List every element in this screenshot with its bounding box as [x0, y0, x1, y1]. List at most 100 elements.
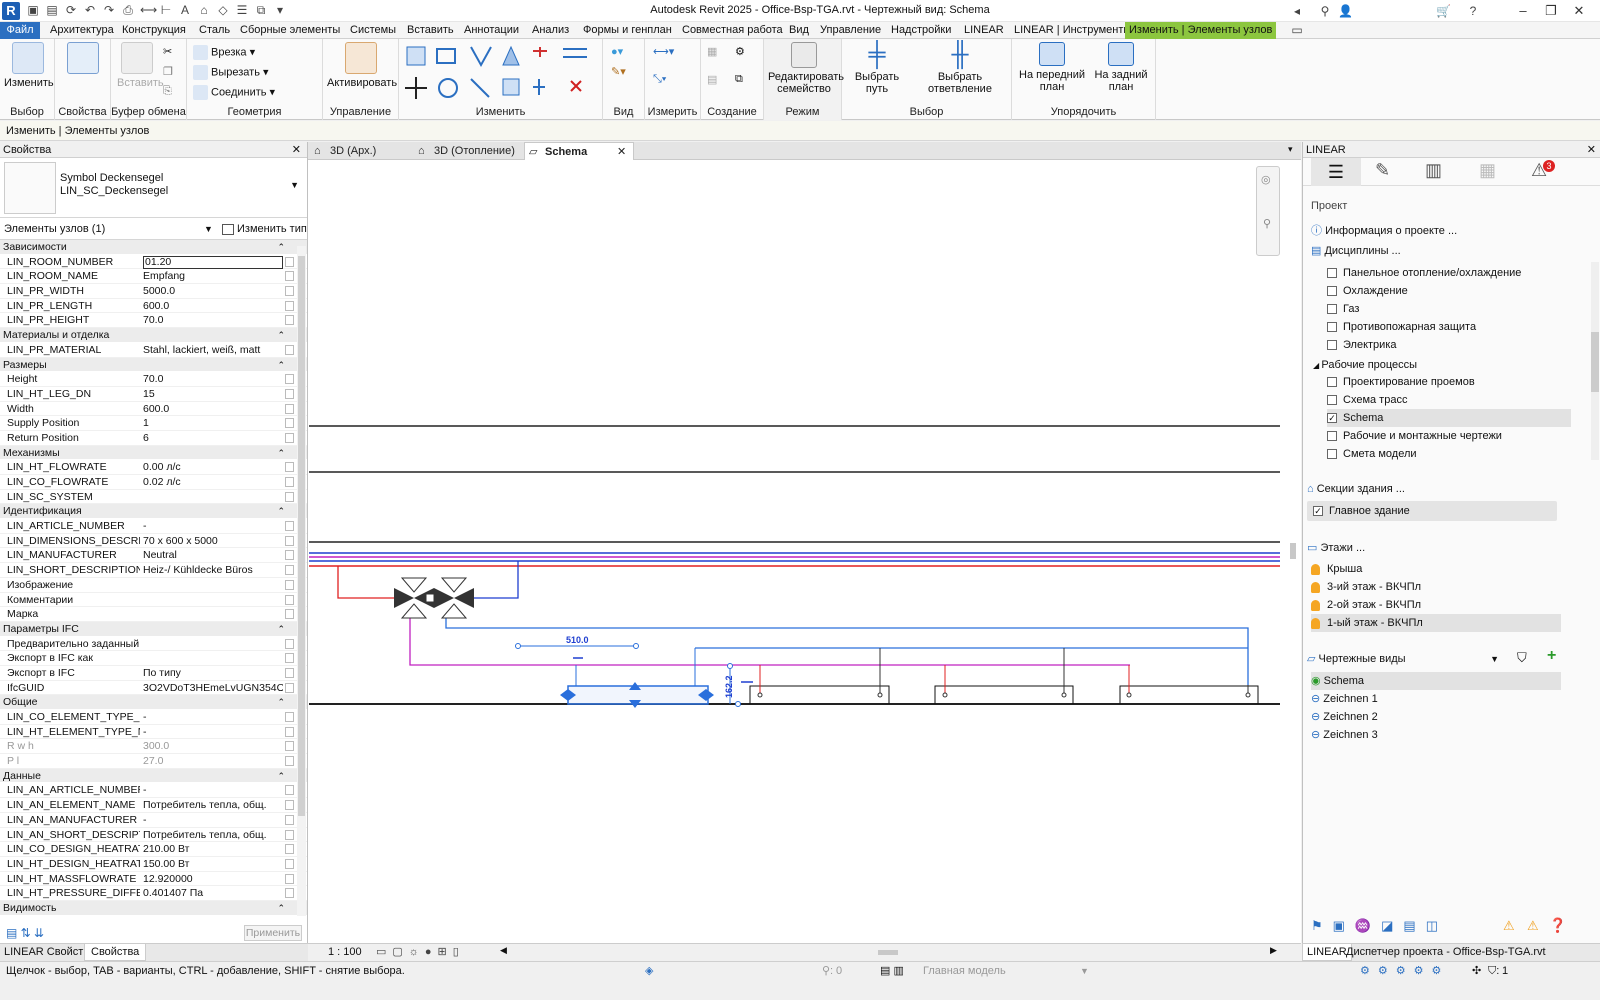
tab-3d-arch[interactable]: ⌂ 3D (Арх.) — [310, 142, 412, 160]
modify-button[interactable]: Изменить — [4, 42, 54, 89]
open-icon[interactable]: ▣ — [26, 3, 40, 17]
property-group[interactable]: Видимость ⌃ — [0, 900, 307, 916]
parameter-checkbox[interactable] — [285, 579, 294, 590]
property-value[interactable]: 15 — [143, 387, 283, 402]
undo-icon[interactable]: ↶ — [83, 3, 97, 17]
property-value[interactable]: 01.20 — [143, 255, 283, 269]
switch-windows-icon[interactable]: ⧉ — [254, 3, 268, 17]
parameter-checkbox[interactable] — [285, 653, 294, 664]
tab-properties[interactable]: Свойства — [84, 944, 147, 961]
parameter-checkbox[interactable] — [285, 286, 294, 297]
tab-precast[interactable]: Сборные элементы — [236, 22, 344, 39]
floor-item[interactable]: Крыша — [1311, 560, 1362, 578]
save-icon[interactable]: ▤ — [45, 3, 59, 17]
collapse-icon[interactable]: ⌃ — [277, 240, 285, 255]
parameter-checkbox[interactable] — [285, 858, 294, 869]
property-value[interactable]: Stahl, lackiert, weiß, matt — [143, 343, 283, 358]
canvas-scroll-marker[interactable] — [1290, 543, 1296, 559]
text-icon[interactable]: A — [178, 3, 192, 17]
create-similar-icon[interactable]: ⧉ — [735, 73, 743, 86]
drawing-view-item[interactable]: ⊖ Zeichnen 3 — [1311, 726, 1378, 744]
activate-button[interactable]: Активировать — [327, 42, 397, 89]
tab-linear[interactable]: LINEAR — [960, 22, 1008, 39]
chevron-down-icon[interactable]: ▼ — [204, 218, 213, 240]
linear-bottom-tools[interactable]: ⚑▣♒◪▤◫ — [1311, 918, 1551, 936]
tab-list-icon[interactable]: ▾ — [1288, 144, 1293, 155]
parameter-checkbox[interactable] — [285, 535, 294, 546]
close-icon[interactable]: ✕ — [1587, 142, 1596, 158]
parameter-checkbox[interactable] — [285, 403, 294, 414]
parameter-checkbox[interactable] — [285, 844, 294, 855]
tab-linear-tools[interactable]: LINEAR | Инструменты — [1010, 22, 1135, 39]
checkbox[interactable]: ✓ — [1313, 506, 1323, 517]
property-value[interactable]: 5000.0 — [143, 284, 283, 299]
checkbox[interactable] — [1327, 377, 1337, 388]
collapse-icon[interactable]: ⌃ — [277, 769, 285, 784]
parameter-checkbox[interactable] — [285, 609, 294, 620]
property-value[interactable]: 70.0 — [143, 372, 283, 387]
property-value[interactable]: Neutral — [143, 548, 283, 563]
parameter-checkbox[interactable] — [285, 256, 294, 267]
parameter-checkbox[interactable] — [285, 462, 294, 473]
parameter-checkbox[interactable] — [285, 344, 294, 355]
parameter-checkbox[interactable] — [285, 814, 294, 825]
parameter-checkbox[interactable] — [285, 418, 294, 429]
chevron-down-icon[interactable]: ▼ — [290, 180, 299, 190]
collapse-icon[interactable]: ⌃ — [277, 622, 285, 637]
collapse-icon[interactable]: ⌃ — [277, 358, 285, 373]
property-group[interactable]: Размеры ⌃ — [0, 357, 307, 373]
checkbox[interactable] — [1327, 449, 1337, 460]
close-tab-icon[interactable]: ✕ — [617, 143, 626, 161]
binoculars-icon[interactable]: ⚲ — [1318, 4, 1332, 18]
discipline-item[interactable]: Противопожарная защита — [1327, 318, 1476, 336]
dimension-icon[interactable]: ⊢ — [159, 3, 173, 17]
workflow-item[interactable]: ✓ Schema — [1327, 409, 1571, 427]
property-value[interactable]: 70.0 — [143, 313, 283, 328]
create-group-icon[interactable]: ▤ — [707, 73, 717, 86]
property-group[interactable]: Общие ⌃ — [0, 695, 307, 710]
collapse-icon[interactable]: ⌃ — [277, 328, 285, 343]
workflow-item[interactable]: Проектирование проемов — [1327, 373, 1475, 391]
parameter-checkbox[interactable] — [285, 315, 294, 326]
discipline-item[interactable]: Электрика — [1327, 336, 1397, 354]
cut-icon[interactable]: ✂ — [163, 45, 172, 58]
type-selector[interactable]: Symbol Deckensegel LIN_SC_Deckensegel ▼ — [0, 158, 307, 218]
main-pipes[interactable] — [309, 552, 1280, 567]
parameter-checkbox[interactable] — [285, 594, 294, 605]
tab-architecture[interactable]: Архитектура — [46, 22, 118, 39]
parameter-checkbox[interactable] — [285, 491, 294, 502]
discipline-item[interactable]: Панельное отопление/охлаждение — [1327, 264, 1521, 282]
property-value[interactable]: Потребитель тепла, общ. — [143, 798, 283, 813]
copy-icon[interactable]: ❐ — [163, 65, 173, 78]
properties-button[interactable] — [63, 42, 103, 77]
parameter-checkbox[interactable] — [285, 873, 294, 884]
tree-scrollbar[interactable] — [1591, 262, 1599, 460]
properties-scrollbar[interactable] — [297, 246, 306, 916]
floor-item[interactable]: 3-ий этаж - ВКЧПл — [1311, 578, 1421, 596]
model-selector[interactable]: Главная модель — [923, 962, 1006, 980]
valve-group[interactable] — [394, 577, 474, 619]
project-info-item[interactable]: ⓘ Информация о проекте ... — [1311, 222, 1457, 240]
tab-view[interactable]: Вид — [785, 22, 813, 39]
scrollbar-thumb[interactable] — [298, 256, 305, 816]
edit-family-button[interactable]: Редактировать семейство — [768, 42, 844, 95]
create-assembly-icon[interactable]: ▦ — [707, 45, 717, 58]
menu-icon[interactable]: ☰ — [1311, 158, 1361, 186]
tab-steel[interactable]: Сталь — [195, 22, 234, 39]
select-branch-button[interactable]: ╫ Выбрать ответвление — [910, 42, 1010, 96]
hide-icon[interactable]: ●▾ — [611, 45, 623, 58]
checkbox[interactable] — [1327, 304, 1337, 315]
tab-linear-properties[interactable]: LINEAR Свойства — [4, 946, 95, 958]
parameter-checkbox[interactable] — [285, 726, 294, 737]
tab-modify-nodes[interactable]: Изменить | Элементы узлов — [1125, 22, 1277, 39]
property-value[interactable]: 0.02 л/с — [143, 475, 283, 490]
modify-tools-icon[interactable] — [403, 43, 599, 103]
workflows-group[interactable]: ◢ Рабочие процессы — [1313, 356, 1417, 374]
measure-icon[interactable]: ⟷ — [140, 3, 157, 17]
bulb-icon[interactable] — [1311, 617, 1320, 629]
discipline-item[interactable]: Охлаждение — [1327, 282, 1408, 300]
restore-button[interactable]: ❐ — [1540, 3, 1562, 19]
checkbox[interactable] — [1327, 286, 1337, 297]
scroll-left-icon[interactable]: ◀ — [500, 945, 507, 956]
apply-button[interactable]: Применить — [244, 925, 302, 941]
